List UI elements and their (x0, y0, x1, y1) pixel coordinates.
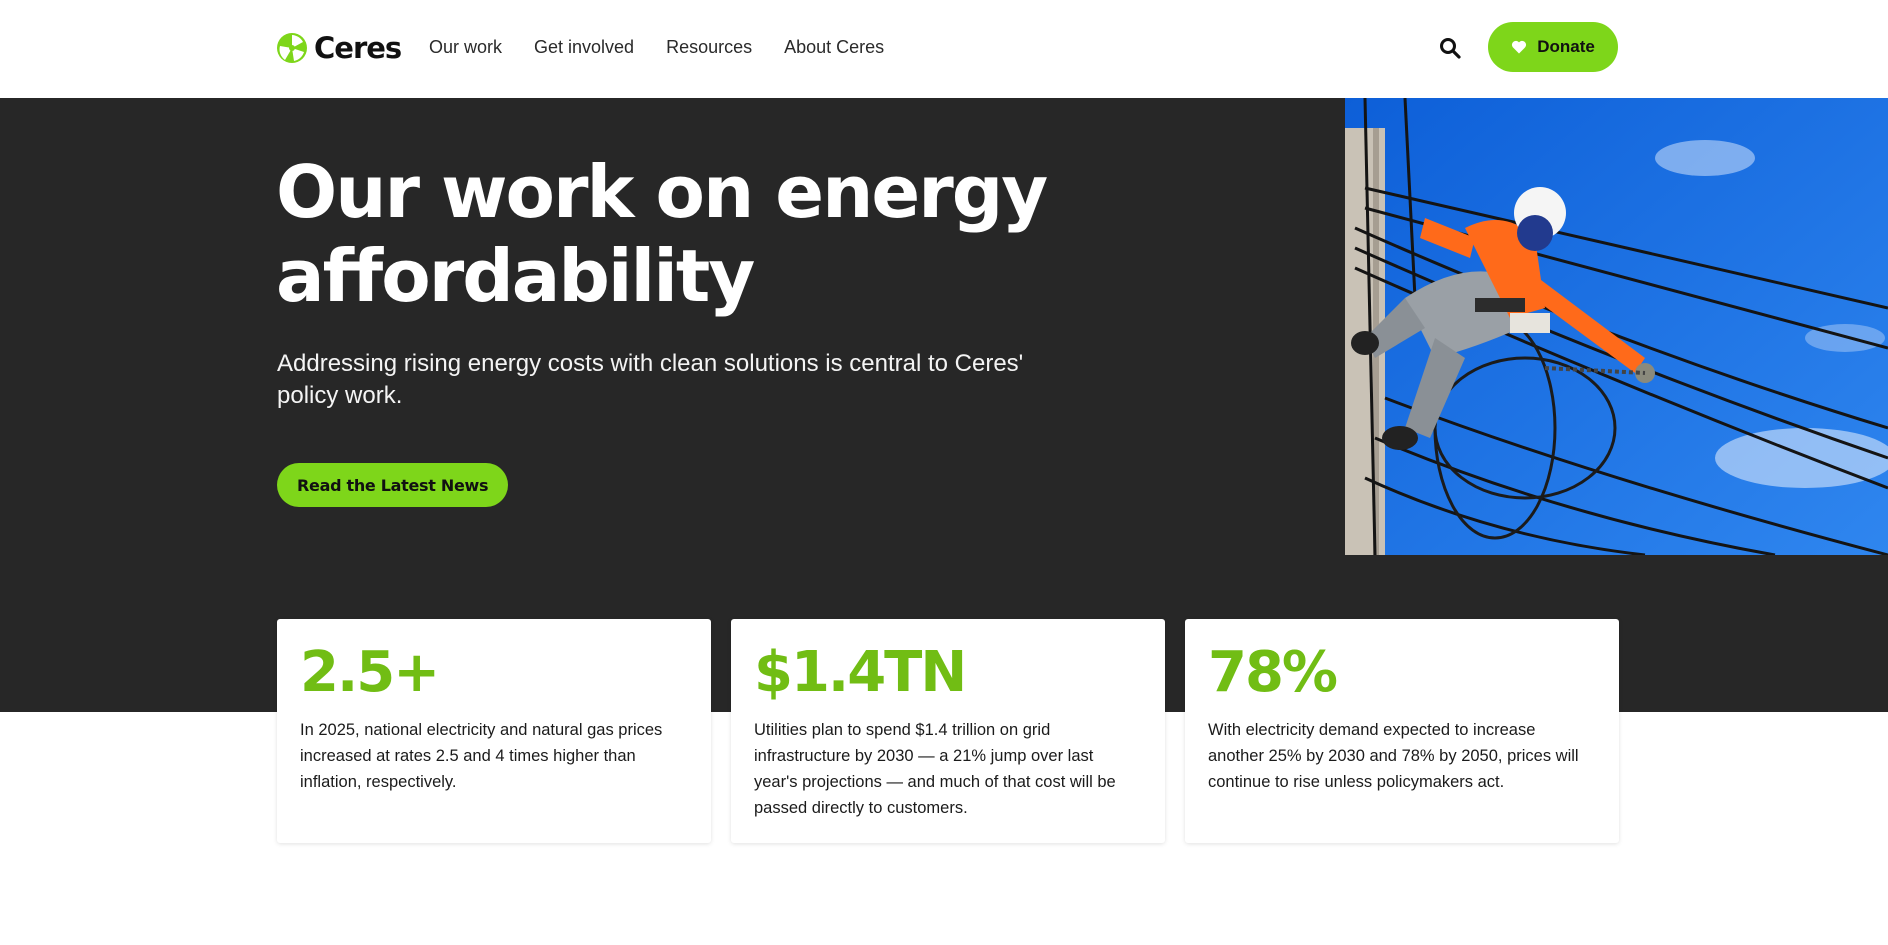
stat-card: 78% With electricity demand expected to … (1185, 619, 1619, 843)
hero-subtitle: Addressing rising energy costs with clea… (277, 350, 1024, 409)
donate-button[interactable]: Donate (1488, 22, 1618, 72)
stat-text: Utilities plan to spend $1.4 trillion on… (754, 721, 1116, 817)
heart-icon (1512, 40, 1527, 54)
site-header: Ceres Our work Get involved Resources Ab… (0, 0, 1888, 98)
stat-value: 78% (1208, 640, 1338, 705)
logo-text: Ceres (314, 31, 402, 65)
ceres-logo-icon (277, 33, 307, 63)
hero-image-lineman (1345, 98, 1888, 555)
nav-item-our-work[interactable]: Our work (429, 35, 502, 59)
donate-label: Donate (1537, 37, 1595, 56)
ceres-logo[interactable]: Ceres (276, 30, 402, 66)
search-button[interactable] (1438, 36, 1462, 60)
stat-text: With electricity demand expected to incr… (1208, 721, 1579, 791)
nav-item-get-involved[interactable]: Get involved (534, 35, 634, 59)
nav-item-resources[interactable]: Resources (666, 35, 752, 59)
read-latest-news-button[interactable]: Read the Latest News (277, 463, 509, 507)
stat-text: In 2025, national electricity and natura… (300, 721, 663, 791)
stat-card: $1.4TN Utilities plan to spend $1.4 tril… (731, 619, 1165, 843)
nav-item-about-ceres[interactable]: About Ceres (784, 35, 884, 59)
stats-row: 2.5+ In 2025, national electricity and n… (277, 619, 1619, 843)
lineman-illustration (1345, 98, 1888, 555)
stat-value: $1.4TN (754, 640, 967, 705)
stat-card: 2.5+ In 2025, national electricity and n… (277, 619, 711, 843)
main-nav: Our work Get involved Resources About Ce… (429, 35, 884, 59)
search-icon (1440, 38, 1461, 59)
stat-value: 2.5+ (300, 640, 440, 705)
hero-title: Our work on energy affordability (276, 150, 1048, 318)
